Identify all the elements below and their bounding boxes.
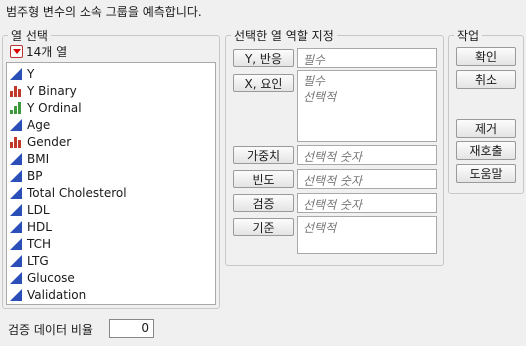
ok-button[interactable]: 확인 <box>456 47 516 66</box>
column-label: Total Cholesterol <box>27 185 127 200</box>
continuous-icon <box>10 152 22 165</box>
column-list-item[interactable]: Y Binary <box>10 82 77 99</box>
column-list-item[interactable]: Y <box>10 65 34 82</box>
continuous-icon <box>10 237 22 250</box>
column-label: TCH <box>27 236 52 251</box>
x-factor-hint-required: 필수 <box>303 74 326 88</box>
freq-field[interactable]: 선택적 숫자 <box>297 169 437 189</box>
column-label: BP <box>27 168 43 183</box>
validation-button[interactable]: 검증 <box>233 194 294 212</box>
dropdown-triangle-icon[interactable] <box>10 45 23 58</box>
x-factor-hint-optional: 선택적 <box>303 90 337 104</box>
column-count: 14개 열 <box>10 43 67 60</box>
column-list-item[interactable]: TCH <box>10 235 51 252</box>
column-count-label: 14개 열 <box>26 45 68 59</box>
validation-ratio-label: 검증 데이터 비율 <box>8 323 93 337</box>
freq-button[interactable]: 빈도 <box>233 170 294 188</box>
column-label: LDL <box>27 202 50 217</box>
column-list-item[interactable]: BMI <box>10 150 49 167</box>
column-list[interactable]: Y Y Binary Y Ordinal Age Gender BMI BP Total Ch… <box>6 62 216 305</box>
nominal-icon <box>10 85 22 97</box>
y-response-button[interactable]: Y, 반응 <box>233 49 294 67</box>
column-list-item[interactable]: Gender <box>10 133 71 150</box>
column-list-item[interactable]: Glucose <box>10 269 75 286</box>
by-hint: 선택적 <box>303 221 337 235</box>
column-list-item[interactable]: HDL <box>10 218 52 235</box>
continuous-icon <box>10 186 22 199</box>
x-factor-field[interactable]: 필수 선택적 <box>297 70 437 142</box>
continuous-icon <box>10 169 22 182</box>
recall-button[interactable]: 재호출 <box>456 141 516 160</box>
weight-hint: 선택적 숫자 <box>303 150 363 164</box>
column-label: BMI <box>27 151 50 166</box>
cancel-button[interactable]: 취소 <box>456 70 516 89</box>
validation-hint: 선택적 숫자 <box>303 198 363 212</box>
continuous-icon <box>10 118 22 131</box>
column-label: Age <box>27 117 51 132</box>
continuous-icon <box>10 220 22 233</box>
column-label: Y Binary <box>27 83 77 98</box>
column-list-item[interactable]: BP <box>10 167 42 184</box>
select-columns-legend: 열 선택 <box>8 27 51 44</box>
weight-button[interactable]: 가중치 <box>233 146 294 164</box>
column-label: Gender <box>27 134 72 149</box>
freq-hint: 선택적 숫자 <box>303 174 363 188</box>
validation-ratio-input[interactable]: 0 <box>109 319 154 338</box>
continuous-icon <box>10 254 22 267</box>
continuous-icon <box>10 271 22 284</box>
help-button[interactable]: 도움말 <box>456 164 516 183</box>
weight-field[interactable]: 선택적 숫자 <box>297 145 437 165</box>
column-label: Validation <box>27 287 87 302</box>
column-list-item[interactable]: LTG <box>10 252 49 269</box>
continuous-icon <box>10 67 22 80</box>
column-list-item[interactable]: Validation <box>10 286 86 303</box>
ordinal-icon <box>10 101 22 114</box>
column-label: Y <box>27 66 35 81</box>
action-legend: 작업 <box>454 27 483 44</box>
y-response-field[interactable]: 필수 <box>297 48 437 68</box>
column-label: LTG <box>27 253 49 268</box>
by-button[interactable]: 기준 <box>233 218 294 236</box>
column-list-item[interactable]: Y Ordinal <box>10 99 82 116</box>
x-factor-button[interactable]: X, 요인 <box>233 74 294 92</box>
continuous-icon <box>10 288 22 301</box>
column-label: Y Ordinal <box>27 100 82 115</box>
column-label: HDL <box>27 219 52 234</box>
validation-field[interactable]: 선택적 숫자 <box>297 193 437 213</box>
continuous-icon <box>10 203 22 216</box>
y-response-hint: 필수 <box>303 53 326 67</box>
dialog-description: 범주형 변수의 소속 그룹을 예측합니다. <box>6 5 202 19</box>
nominal-icon <box>10 136 22 148</box>
roles-legend: 선택한 열 역할 지정 <box>231 27 337 44</box>
column-list-item[interactable]: Age <box>10 116 50 133</box>
remove-button[interactable]: 제거 <box>456 119 516 138</box>
column-label: Glucose <box>27 270 75 285</box>
by-field[interactable]: 선택적 <box>297 216 437 254</box>
column-list-item[interactable]: LDL <box>10 201 50 218</box>
column-list-item[interactable]: Total Cholesterol <box>10 184 127 201</box>
